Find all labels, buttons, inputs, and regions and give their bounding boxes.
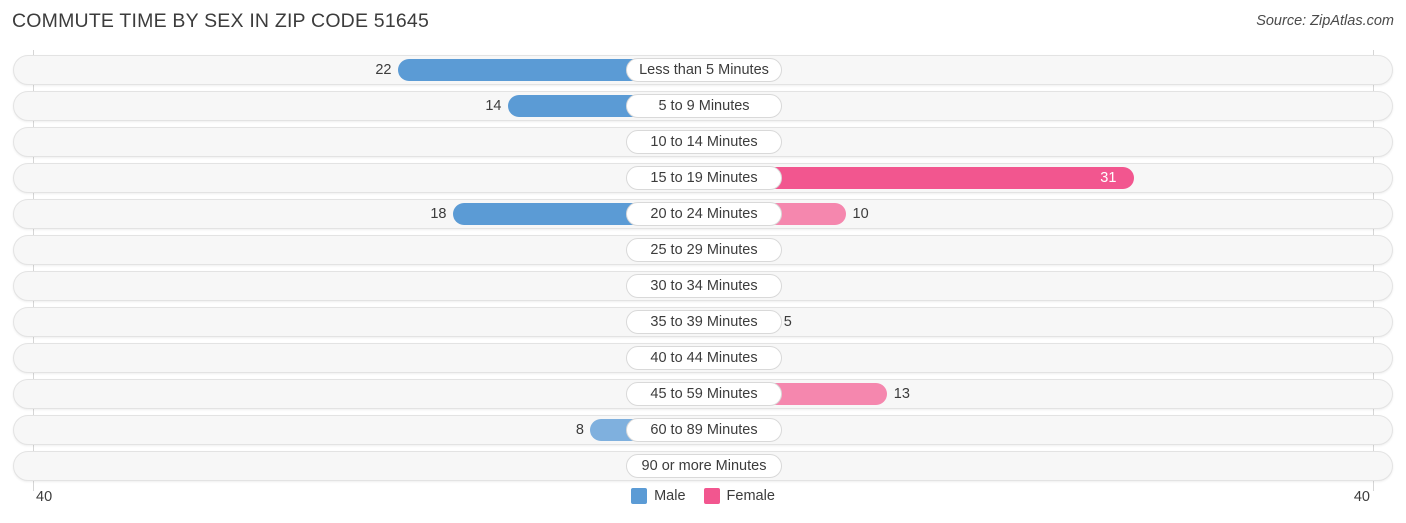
- value-label-male: 14: [485, 98, 502, 114]
- legend-label-female: Female: [726, 488, 775, 504]
- table-row[interactable]: 18 10 20 to 24 Minutes: [13, 199, 1393, 229]
- legend-item-female[interactable]: Female: [703, 488, 775, 504]
- category-label[interactable]: 35 to 39 Minutes: [626, 310, 782, 334]
- value-label-female: 13: [893, 386, 910, 402]
- table-row[interactable]: 8060 to 89 Minutes: [13, 415, 1393, 445]
- legend-label-male: Male: [654, 488, 686, 504]
- row-content: 0025 to 29 Minutes: [14, 236, 1392, 264]
- row-content: 2 13 45 to 59 Minutes: [14, 380, 1392, 408]
- category-label[interactable]: 45 to 59 Minutes: [626, 382, 782, 406]
- category-label[interactable]: 10 to 14 Minutes: [626, 130, 782, 154]
- category-label[interactable]: 5 to 9 Minutes: [626, 94, 782, 118]
- value-label-male: 4: [14, 313, 639, 332]
- table-row[interactable]: 1405 to 9 Minutes: [13, 91, 1393, 121]
- row-content: 0130 to 34 Minutes: [14, 272, 1392, 300]
- category-label[interactable]: 60 to 89 Minutes: [626, 418, 782, 442]
- row-content: 0040 to 44 Minutes: [14, 344, 1392, 372]
- value-label-male: 8: [575, 422, 584, 438]
- chart-header: COMMUTE TIME BY SEX IN ZIP CODE 51645 So…: [0, 0, 1406, 44]
- category-label[interactable]: 90 or more Minutes: [626, 454, 782, 478]
- source-attribution: Source: ZipAtlas.com: [1256, 13, 1394, 29]
- row-content: 18 10 20 to 24 Minutes: [14, 200, 1392, 228]
- chart-legend: Male Female: [0, 488, 1406, 504]
- legend-item-male[interactable]: Male: [631, 488, 686, 504]
- value-label-female: 5: [783, 314, 792, 330]
- row-content: 8060 to 89 Minutes: [14, 416, 1392, 444]
- legend-swatch-male: [631, 488, 648, 504]
- category-label[interactable]: 40 to 44 Minutes: [626, 346, 782, 370]
- row-content: 1405 to 9 Minutes: [14, 92, 1392, 120]
- value-label-male: 2: [14, 457, 666, 476]
- page-title: COMMUTE TIME BY SEX IN ZIP CODE 51645: [12, 10, 430, 32]
- category-label[interactable]: 15 to 19 Minutes: [626, 166, 782, 190]
- row-content: 4 535 to 39 Minutes: [14, 308, 1392, 336]
- table-row[interactable]: 0040 to 44 Minutes: [13, 343, 1393, 373]
- table-row[interactable]: 0130 to 34 Minutes: [13, 271, 1393, 301]
- chart-plot-area: 220Less than 5 Minutes1405 to 9 Minutes0…: [0, 50, 1406, 491]
- value-label-male: 22: [375, 62, 392, 78]
- value-label-male: 18: [430, 206, 447, 222]
- table-row[interactable]: 0025 to 29 Minutes: [13, 235, 1393, 265]
- chart-footer: 40 40 Male Female: [0, 485, 1406, 523]
- legend-swatch-female: [703, 488, 720, 504]
- value-label-male: 0: [14, 349, 694, 368]
- table-row[interactable]: 0110 to 14 Minutes: [13, 127, 1393, 157]
- row-content: 0110 to 14 Minutes: [14, 128, 1392, 156]
- value-label-male: 0: [14, 277, 694, 296]
- category-label[interactable]: 20 to 24 Minutes: [626, 202, 782, 226]
- value-label-male: 0: [14, 169, 694, 188]
- table-row[interactable]: 4 535 to 39 Minutes: [13, 307, 1393, 337]
- value-label-female: 31: [1100, 170, 1117, 186]
- value-label-female: 10: [852, 206, 869, 222]
- table-row[interactable]: 220Less than 5 Minutes: [13, 55, 1393, 85]
- value-label-male: 2: [14, 385, 666, 404]
- category-label[interactable]: 30 to 34 Minutes: [626, 274, 782, 298]
- category-label[interactable]: Less than 5 Minutes: [626, 58, 782, 82]
- category-label[interactable]: 25 to 29 Minutes: [626, 238, 782, 262]
- row-content: 2090 or more Minutes: [14, 452, 1392, 480]
- row-content: 220Less than 5 Minutes: [14, 56, 1392, 84]
- table-row[interactable]: 2090 or more Minutes: [13, 451, 1393, 481]
- table-row[interactable]: 0 31 15 to 19 Minutes: [13, 163, 1393, 193]
- value-label-male: 0: [14, 241, 694, 260]
- table-row[interactable]: 2 13 45 to 59 Minutes: [13, 379, 1393, 409]
- row-content: 0 31 15 to 19 Minutes: [14, 164, 1392, 192]
- value-label-male: 0: [14, 133, 694, 152]
